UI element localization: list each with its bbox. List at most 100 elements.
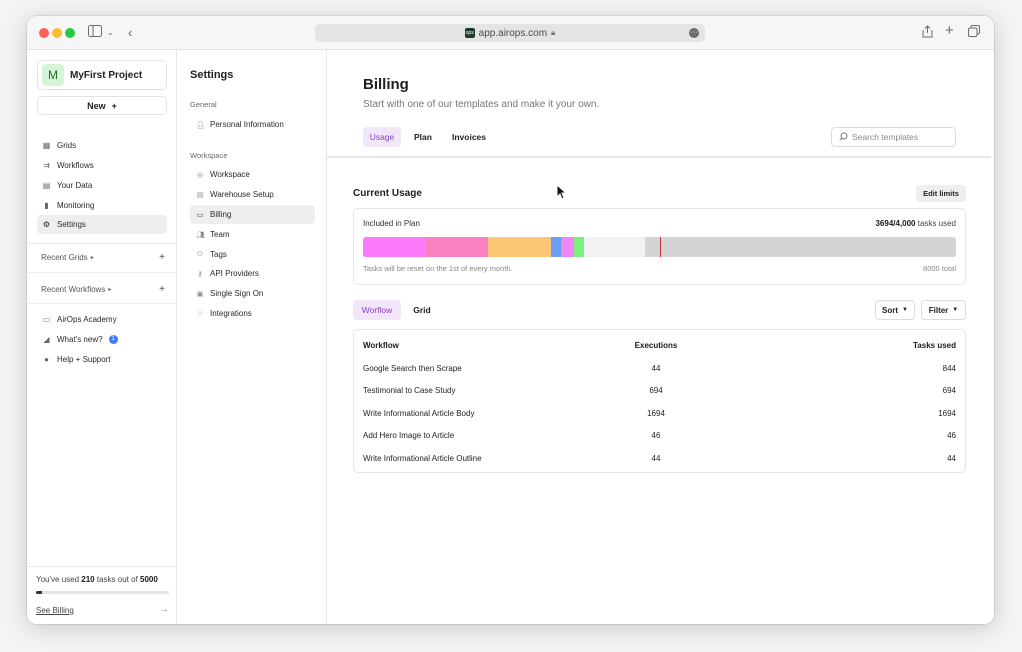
tasks-used-value: 694 (942, 385, 956, 395)
view-tab-grid[interactable]: Grid (405, 300, 439, 320)
sidebar-divider (27, 243, 177, 244)
recent-grids-label: Recent Grids (41, 253, 88, 262)
sidebar-link-whats-new[interactable]: ◢ What's new? 1 (37, 330, 167, 349)
settings-item-billing[interactable]: ▭ Billing (190, 205, 315, 224)
usage-segment (584, 237, 645, 257)
settings-item-workspace[interactable]: ◎ Workspace (190, 165, 315, 184)
view-tab-workflow[interactable]: Worflow (353, 300, 401, 320)
sidebar-item-label: Your Data (57, 181, 93, 190)
settings-item-personal-information[interactable]: 👤︎ Personal Information (190, 115, 315, 134)
usage-progress-bar (36, 591, 169, 594)
address-bar[interactable]: ops app.airops.com 🔒︎ ··· (315, 24, 705, 42)
page-subtitle: Start with one of our templates and make… (363, 99, 600, 110)
executions-value: 694 (649, 385, 663, 395)
card-icon: ▭ (196, 211, 204, 219)
executions-value: 1694 (647, 408, 665, 418)
table-row[interactable]: Write Informational Article Body 1694 16… (354, 402, 965, 424)
chevron-right-icon: ▸ (90, 255, 94, 261)
more-icon[interactable]: ··· (689, 28, 699, 38)
chart-icon: ▮ (44, 201, 49, 210)
recent-grids-header[interactable]: Recent Grids ▸ + (41, 252, 165, 263)
project-switcher[interactable]: M MyFirst Project (37, 60, 167, 90)
settings-item-api-providers[interactable]: ⚷ API Providers (190, 264, 315, 283)
close-window-button[interactable] (39, 28, 49, 38)
share-icon[interactable] (922, 25, 933, 42)
sidebar-link-academy[interactable]: ▭ AirOps Academy (37, 310, 167, 329)
grid-icon: ▦ (42, 141, 51, 150)
tab-invoices[interactable]: Invoices (445, 127, 493, 147)
plan-usage-card: Included in Plan 3694/4,000 tasks used T… (353, 208, 966, 285)
warehouse-icon: ▤ (196, 191, 204, 199)
chevron-down-icon[interactable]: ⌄ (107, 25, 114, 41)
see-billing-link[interactable]: See Billing (36, 606, 74, 615)
tab-usage[interactable]: Usage (363, 127, 401, 147)
back-icon[interactable]: ‹ (128, 25, 132, 41)
table-row[interactable]: Google Search then Scrape 44 844 (354, 357, 965, 379)
key-icon: ⚷ (197, 270, 203, 278)
settings-item-team[interactable]: 👥︎ Team (190, 225, 315, 244)
lock-icon: 🔒︎ (551, 28, 556, 37)
executions-value: 46 (651, 430, 661, 440)
usage-segment (488, 237, 551, 257)
filter-dropdown[interactable]: Filter ▼ (921, 300, 966, 320)
sidebar-item-your-data[interactable]: ▤ Your Data (37, 176, 167, 195)
settings-item-single-sign-on[interactable]: ▣ Single Sign On (190, 284, 315, 303)
reset-note: Tasks will be reset on the 1st of every … (363, 264, 513, 273)
settings-group-workspace: Workspace (190, 151, 228, 160)
sidebar-divider (27, 303, 177, 304)
chevron-right-icon: ▸ (108, 287, 112, 293)
url-text: app.airops.com (478, 27, 548, 39)
current-usage-title: Current Usage (353, 188, 422, 199)
sidebar-item-monitoring[interactable]: ▮ Monitoring (37, 196, 167, 215)
tasks-used-value: 44 (947, 453, 956, 463)
new-button[interactable]: New + (37, 96, 167, 115)
billing-page: Billing Start with one of our templates … (327, 50, 994, 624)
gear-icon: ⚙ (42, 220, 51, 229)
sort-dropdown[interactable]: Sort ▼ (875, 300, 915, 320)
sidebar-link-label: AirOps Academy (57, 315, 117, 324)
recent-workflows-header[interactable]: Recent Workflows ▸ + (41, 284, 165, 295)
settings-nav: Settings General 👤︎ Personal Information… (177, 50, 327, 624)
column-header-workflow: Workflow (363, 340, 399, 350)
new-tab-icon[interactable]: + (945, 23, 954, 39)
data-icon: ▤ (42, 181, 51, 190)
settings-item-integrations[interactable]: ○ Integrations (190, 304, 315, 323)
mouse-cursor-icon (556, 183, 568, 204)
edit-limits-button[interactable]: Edit limits (916, 185, 966, 202)
usage-progress-fill (36, 591, 42, 594)
zoom-window-button[interactable] (65, 28, 75, 38)
sidebar-toggle-icon[interactable] (88, 25, 102, 41)
plan-limit-marker (659, 237, 661, 257)
settings-title: Settings (190, 69, 234, 81)
tasks-used-value: 844 (942, 363, 956, 373)
sidebar-link-help[interactable]: ● Help + Support (37, 350, 167, 369)
person-icon: 👤︎ (196, 121, 205, 129)
header-divider (327, 156, 991, 158)
sidebar-link-label: Help + Support (57, 355, 111, 364)
settings-item-tags[interactable]: ⬭ Tags (190, 245, 315, 264)
search-placeholder: Search templates (852, 132, 919, 142)
tab-plan[interactable]: Plan (407, 127, 439, 147)
notification-badge: 1 (108, 335, 118, 344)
tasks-used-value: 46 (947, 430, 956, 440)
table-row[interactable]: Add Hero Image to Article 46 46 (354, 424, 965, 446)
search-icon (839, 132, 848, 143)
table-row[interactable]: Write Informational Article Outline 44 4… (354, 447, 965, 469)
sidebar-divider (27, 272, 177, 273)
sidebar-item-settings[interactable]: ⚙ Settings (37, 215, 167, 234)
column-header-executions: Executions (634, 340, 678, 350)
table-row[interactable]: Testimonial to Case Study 694 694 (354, 379, 965, 401)
sidebar-item-grids[interactable]: ▦ Grids (37, 136, 167, 155)
search-templates-input[interactable]: Search templates (831, 127, 956, 147)
add-workflow-icon[interactable]: + (159, 284, 165, 295)
arrow-right-icon[interactable]: → (159, 604, 169, 615)
settings-item-warehouse-setup[interactable]: ▤ Warehouse Setup (190, 185, 315, 204)
included-in-plan-label: Included in Plan (363, 219, 420, 228)
sidebar-item-workflows[interactable]: ⇉ Workflows (37, 156, 167, 175)
usage-segment (573, 237, 585, 257)
minimize-window-button[interactable] (52, 28, 62, 38)
table-header-row: Workflow Executions Tasks used (354, 334, 965, 356)
tabs-overview-icon[interactable] (968, 25, 980, 41)
sidebar-item-label: Grids (57, 141, 77, 150)
add-grid-icon[interactable]: + (159, 252, 165, 263)
